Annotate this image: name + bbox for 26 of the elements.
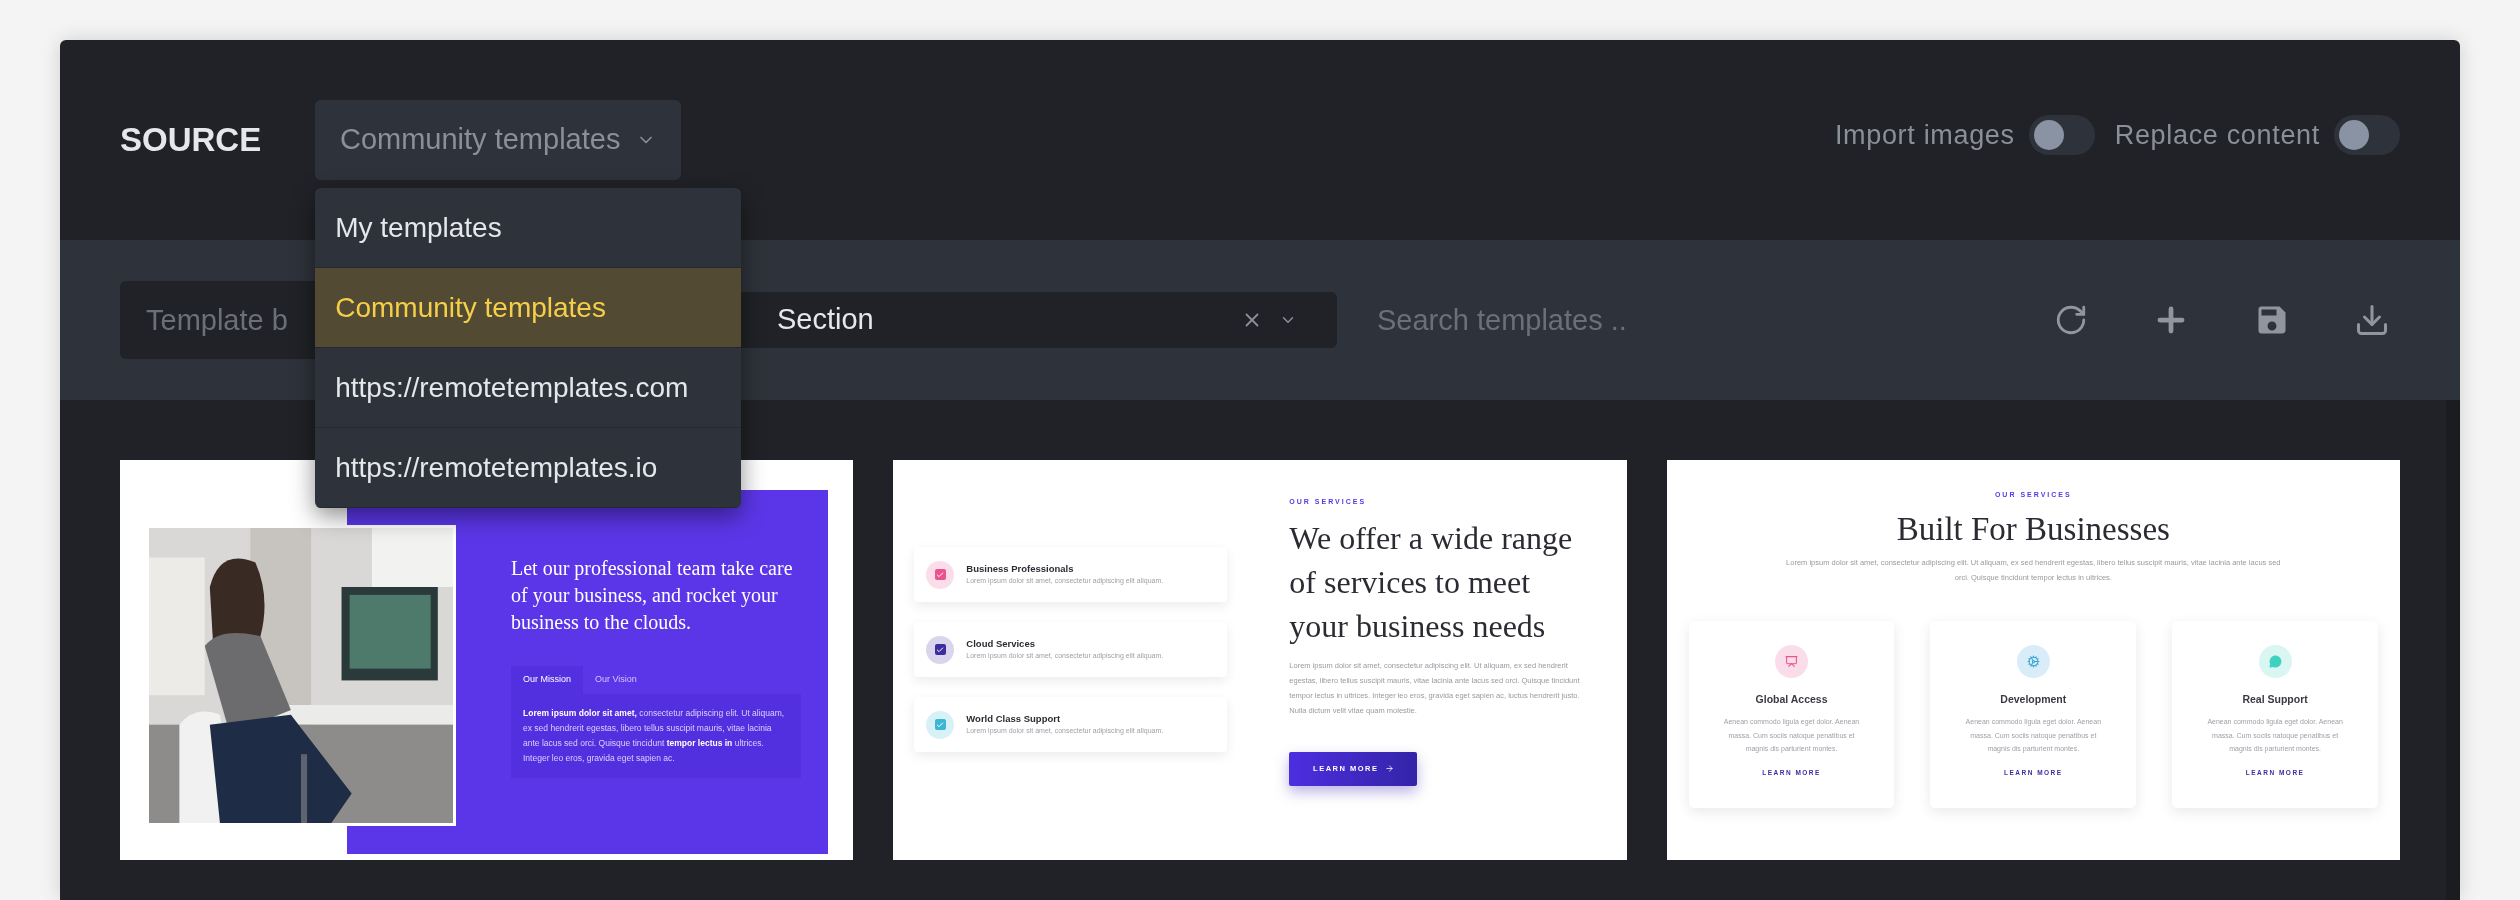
toggle-switch[interactable] [2334, 115, 2400, 155]
select-value: Section [777, 302, 874, 338]
feature-title: World Class Support [966, 712, 1062, 727]
scrollbar[interactable] [2446, 400, 2460, 900]
source-select[interactable]: Community templates [315, 100, 682, 180]
service-title: Global Access [1755, 691, 1828, 707]
service-title: Real Support [2242, 691, 2308, 707]
toggle-switch[interactable] [2028, 115, 2095, 155]
tab[interactable]: Our Mission [511, 666, 583, 694]
dropdown-option[interactable]: Community templates [315, 268, 742, 348]
download-icon[interactable] [2354, 302, 2390, 338]
search-field[interactable]: Search templates .. [1361, 292, 1921, 348]
paragraph: Lorem ipsum dolor sit amet, consectetur adipiscing elit. Ut aliquam, ex sed hendrerit egestas, libero tellus suscipit mauris, vitae lacinia ante lacus sed orci. Quisque tincidunt tempor lectus in ultrices. Integer leo eros, gravida eget sapien ac. [523, 706, 786, 765]
refresh-icon[interactable] [2054, 303, 2088, 337]
source-label: SOURCE [120, 120, 262, 161]
feature-title: Cloud Services [966, 637, 1036, 652]
feature-title: Business Professionals [966, 562, 1075, 577]
heading: We offer a wide range of services to meet your business needs [1289, 518, 1574, 646]
toggle-label: Import images [1834, 118, 2015, 152]
toggle-label: Replace content [2114, 118, 2320, 152]
arrow-right-icon [1384, 764, 1394, 773]
heading: Let our professional team take care of your business, and rocket your business to the clouds. [511, 556, 794, 635]
heading: Built For Businesses [1896, 509, 2170, 549]
service-title: Development [2000, 691, 2067, 707]
template-card[interactable] [893, 460, 1627, 860]
tab[interactable]: Our Vision [583, 666, 649, 694]
